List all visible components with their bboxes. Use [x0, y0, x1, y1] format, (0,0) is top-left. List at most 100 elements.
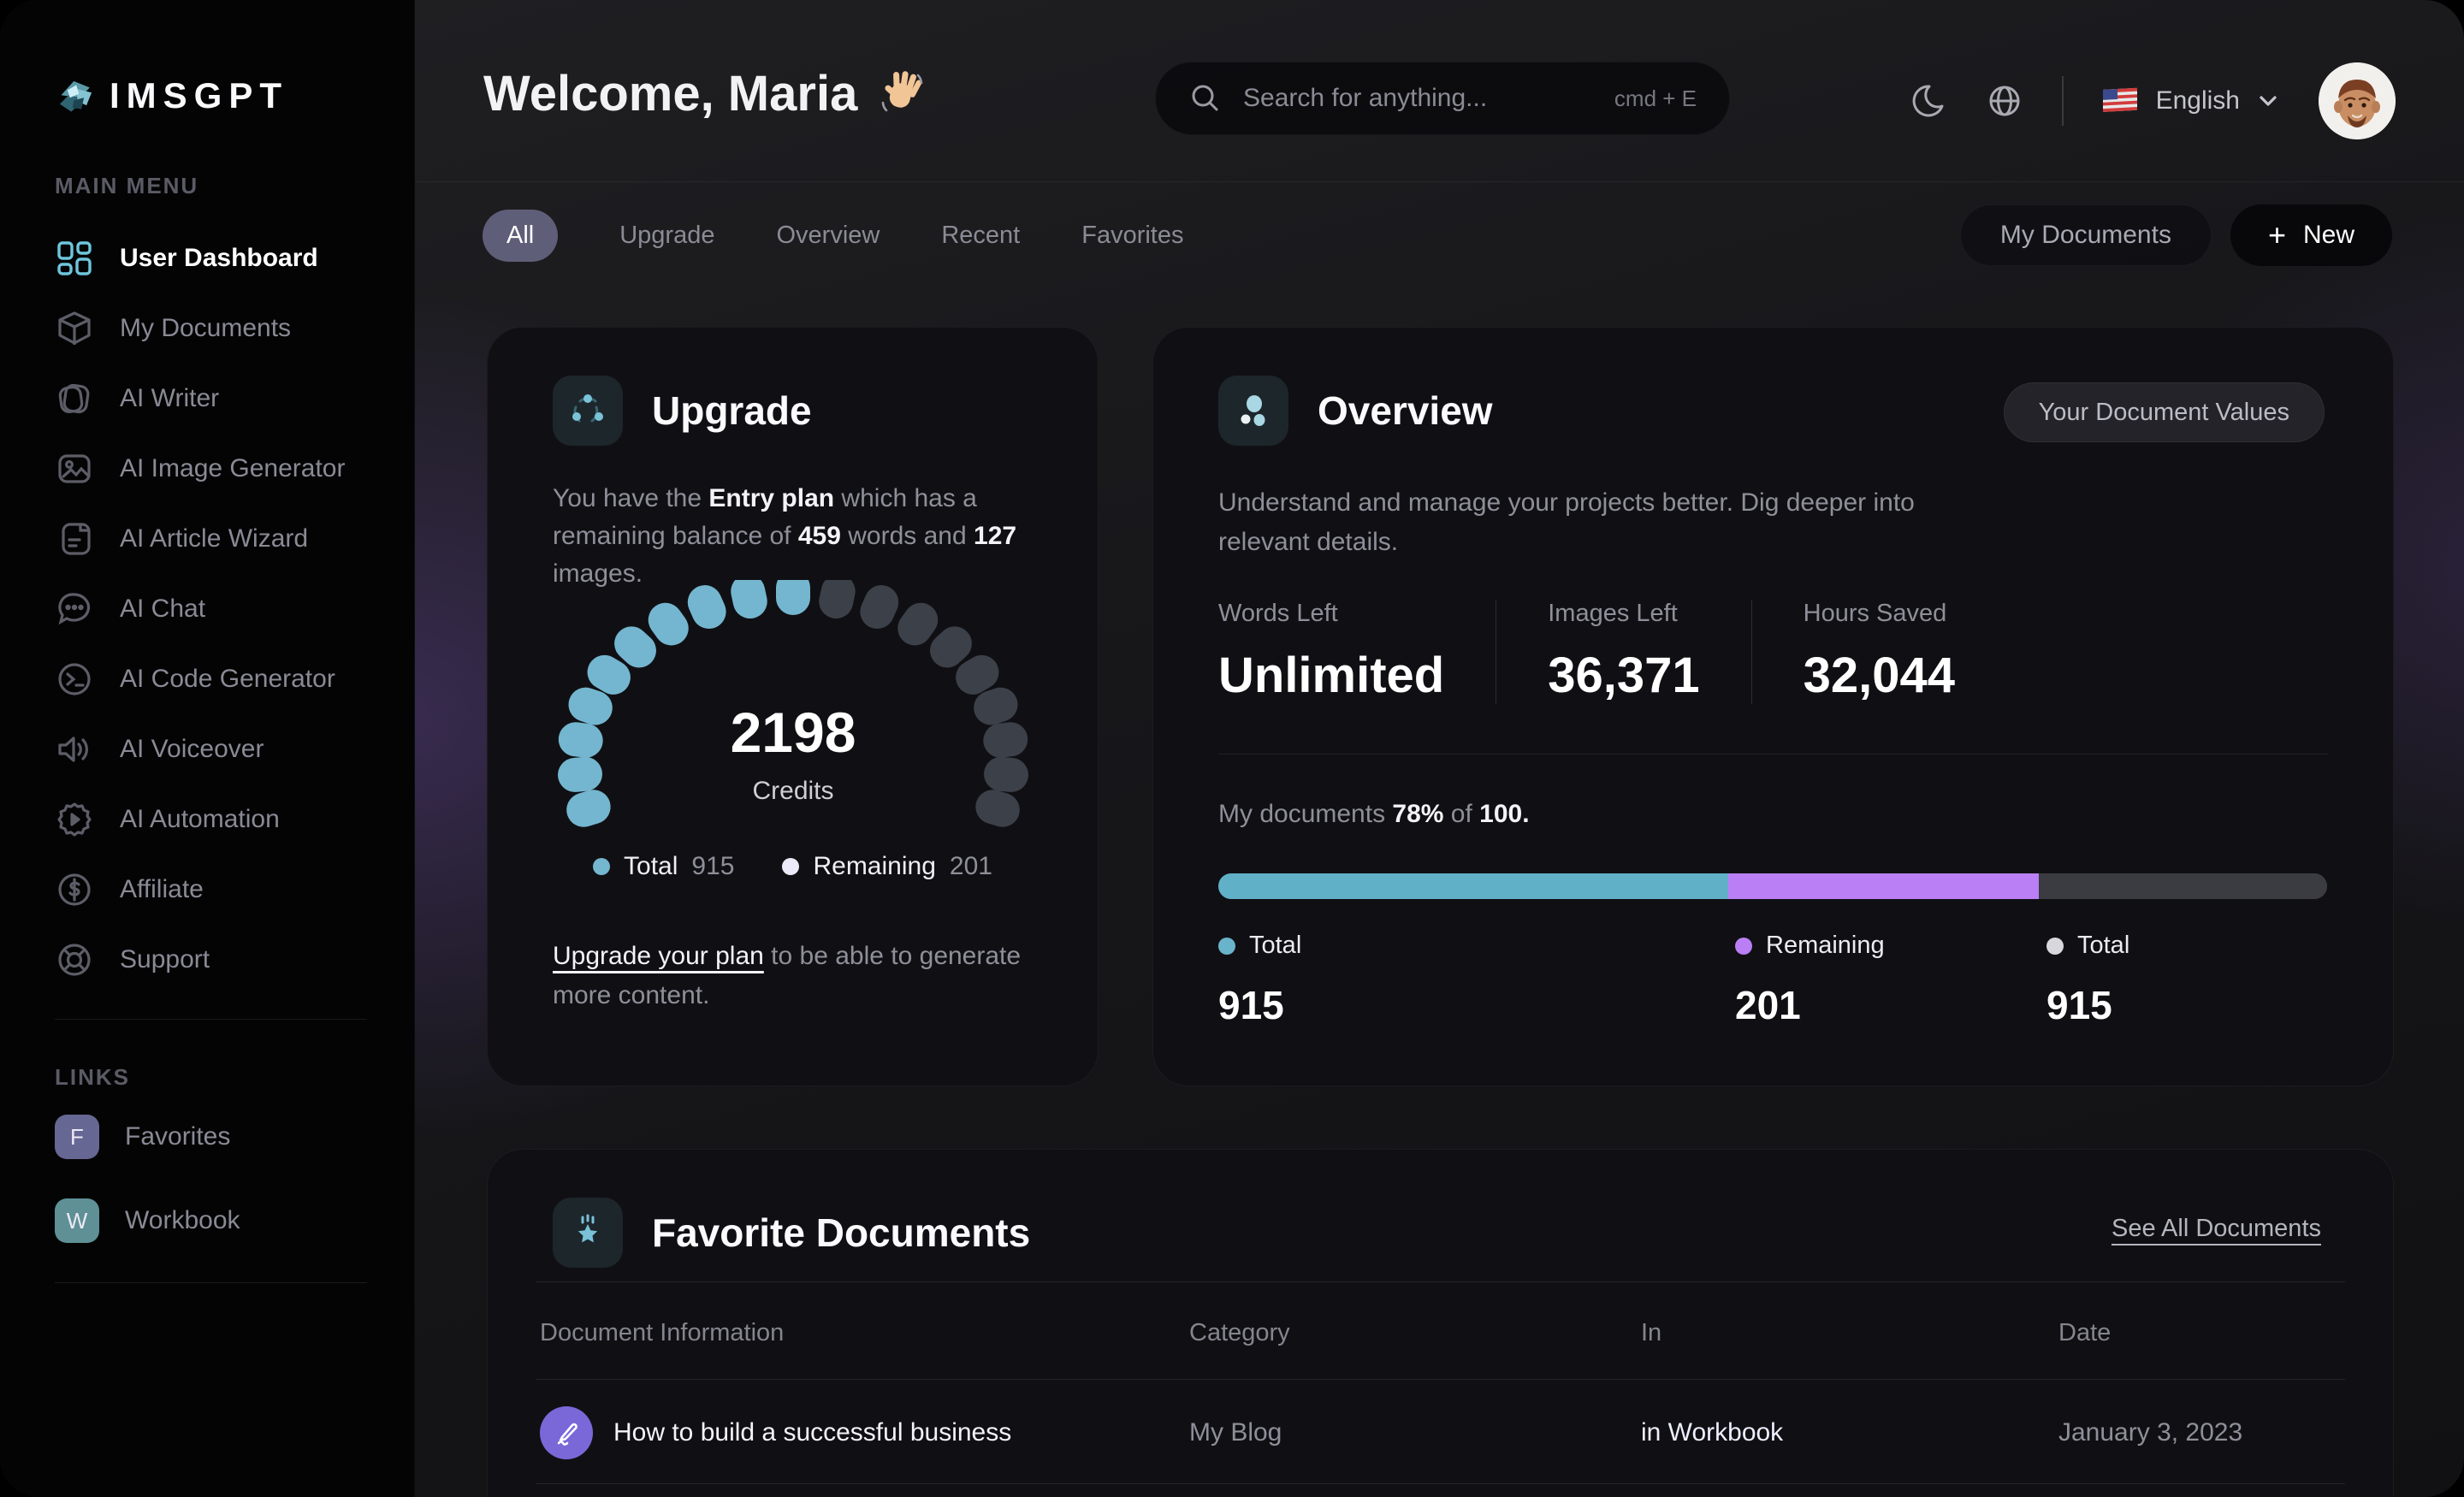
- tab-upgrade[interactable]: Upgrade: [619, 222, 714, 250]
- dashboard-grid-icon: [55, 239, 94, 278]
- app-logo: IMSGPT: [55, 75, 414, 116]
- avatar-face: [2319, 62, 2396, 139]
- overview-description: Understand and manage your projects bett…: [1218, 483, 1971, 562]
- search-bar: cmd + E: [1155, 62, 1730, 135]
- see-all-documents-link[interactable]: See All Documents: [2112, 1215, 2321, 1243]
- sidebar-link-workbook[interactable]: W Workbook: [55, 1183, 414, 1258]
- col-document-information: Document Information: [540, 1319, 784, 1347]
- tab-favorites[interactable]: Favorites: [1081, 222, 1183, 250]
- document-category: My Blog: [1189, 1406, 1282, 1459]
- documents-progress-bar: [1218, 873, 2327, 899]
- table-divider: [536, 1281, 2345, 1282]
- magic-star-icon: [567, 1212, 608, 1253]
- language-label: English: [2156, 86, 2240, 115]
- sidebar-item-ai-image-generator[interactable]: AI Image Generator: [55, 434, 414, 504]
- sidebar-item-affiliate[interactable]: Affiliate: [55, 855, 414, 925]
- sidebar-item-label: AI Automation: [120, 805, 280, 834]
- chat-bubble-icon: [55, 589, 94, 629]
- user-avatar[interactable]: [2319, 62, 2396, 139]
- language-selector[interactable]: English: [2101, 86, 2281, 115]
- overview-tile: [1218, 376, 1288, 446]
- overview-card: Overview Your Document Values Understand…: [1152, 327, 2394, 1086]
- tab-overview[interactable]: Overview: [776, 222, 880, 250]
- sidebar-item-support[interactable]: Support: [55, 925, 414, 995]
- sidebar-item-label: AI Writer: [120, 384, 219, 413]
- documents-progress-sentence: My documents 78% of 100.: [1218, 800, 1530, 829]
- tab-recent[interactable]: Recent: [941, 222, 1020, 250]
- favorites-tile: [553, 1198, 623, 1268]
- sidebar-item-ai-writer[interactable]: AI Writer: [55, 364, 414, 434]
- sidebar-item-label: AI Image Generator: [120, 454, 345, 483]
- sidebar-item-label: My Documents: [120, 314, 291, 343]
- document-date: January 3, 2023: [2058, 1406, 2242, 1459]
- header-divider: [2062, 76, 2064, 126]
- col-category: Category: [1189, 1319, 1290, 1347]
- col-in: In: [1641, 1319, 1661, 1347]
- upgrade-tile: [553, 376, 623, 446]
- sidebar-item-ai-article-wizard[interactable]: AI Article Wizard: [55, 504, 414, 574]
- chevron-down-icon: [2255, 88, 2281, 114]
- favorite-documents-card: Favorite Documents See All Documents Doc…: [487, 1149, 2394, 1497]
- globe-icon[interactable]: [1985, 81, 2024, 121]
- sidebar: IMSGPT MAIN MENU User Dashboard My Docum…: [0, 0, 415, 1497]
- gear-play-icon: [55, 800, 94, 839]
- overview-card-title: Overview: [1318, 388, 1493, 434]
- upgrade-plan-link[interactable]: Upgrade your plan: [553, 942, 764, 970]
- workbook-badge: W: [55, 1198, 99, 1243]
- your-document-values-button[interactable]: Your Document Values: [2004, 382, 2325, 442]
- terminal-icon: [55, 660, 94, 699]
- lifebuoy-icon: [55, 940, 94, 979]
- dark-mode-moon-icon[interactable]: [1908, 81, 1947, 121]
- sidebar-item-my-documents[interactable]: My Documents: [55, 293, 414, 364]
- logo-text: IMSGPT: [110, 75, 288, 116]
- new-button[interactable]: + New: [2230, 204, 2392, 266]
- favorites-badge: F: [55, 1115, 99, 1159]
- progress-legend-total: Total 915: [1218, 932, 1301, 1028]
- search-icon: [1188, 81, 1223, 115]
- credits-label: Credits: [554, 777, 1033, 806]
- legend-dot: [2046, 938, 2064, 955]
- filter-tabs: All Upgrade Overview Recent Favorites: [483, 204, 1184, 266]
- logo-crystal-icon: [55, 76, 94, 115]
- stats-row: Words Left Unlimited Images Left 36,371 …: [1218, 600, 2006, 704]
- share-nodes-icon: [567, 390, 608, 431]
- sidebar-item-label: Affiliate: [120, 875, 204, 904]
- sidebar-item-ai-code-generator[interactable]: AI Code Generator: [55, 644, 414, 714]
- header-bottom-divider: [416, 181, 2464, 182]
- document-in: in Workbook: [1641, 1406, 1783, 1459]
- sidebar-item-label: AI Article Wizard: [120, 524, 308, 553]
- upgrade-card-title: Upgrade: [652, 388, 812, 434]
- plan-summary-text: You have the Entry plan which has a rema…: [553, 480, 1049, 593]
- cube-icon: [55, 309, 94, 348]
- legend-dot: [782, 858, 799, 875]
- sidebar-item-ai-automation[interactable]: AI Automation: [55, 784, 414, 855]
- article-icon: [55, 519, 94, 559]
- sidebar-item-label: Support: [120, 945, 210, 974]
- sidebar-item-ai-voiceover[interactable]: AI Voiceover: [55, 714, 414, 784]
- sidebar-item-ai-chat[interactable]: AI Chat: [55, 574, 414, 644]
- upgrade-card: Upgrade You have the Entry plan which ha…: [487, 327, 1099, 1086]
- credits-value: 2198: [554, 700, 1033, 765]
- stat-images-left: Images Left 36,371: [1496, 600, 1750, 704]
- tab-all[interactable]: All: [483, 210, 558, 262]
- dollar-circle-icon: [55, 870, 94, 909]
- dots-cluster-icon: [1233, 390, 1274, 431]
- search-input[interactable]: [1243, 84, 1594, 113]
- sidebar-divider: [55, 1282, 367, 1283]
- new-button-label: New: [2303, 221, 2354, 250]
- table-row[interactable]: How to build a successful business My Bl…: [488, 1406, 2393, 1483]
- image-icon: [55, 449, 94, 488]
- table-divider: [536, 1379, 2345, 1380]
- main-menu: User Dashboard My Documents AI Writer: [55, 223, 414, 995]
- sidebar-link-label: Favorites: [125, 1122, 230, 1151]
- favorites-card-title: Favorite Documents: [652, 1210, 1030, 1256]
- my-documents-button[interactable]: My Documents: [1960, 204, 2212, 266]
- legend-dot: [1735, 938, 1752, 955]
- sidebar-item-label: AI Code Generator: [120, 665, 335, 694]
- links-label: LINKS: [55, 1064, 414, 1091]
- legend-dot: [593, 858, 610, 875]
- sidebar-link-favorites[interactable]: F Favorites: [55, 1099, 414, 1175]
- sidebar-item-label: AI Chat: [120, 595, 205, 624]
- us-flag-icon: [2101, 86, 2141, 115]
- sidebar-item-user-dashboard[interactable]: User Dashboard: [55, 223, 414, 293]
